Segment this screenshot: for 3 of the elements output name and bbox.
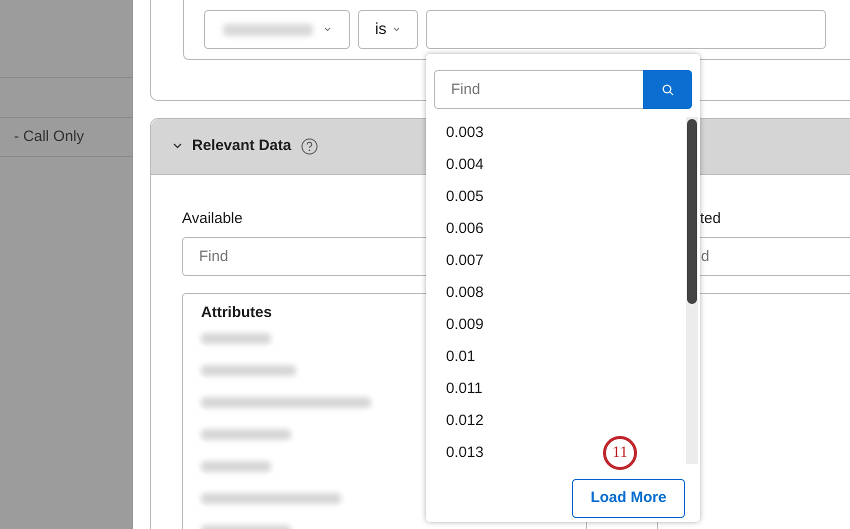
available-label: Available [182, 209, 243, 229]
group-heading: Attributes [201, 303, 272, 322]
selected-label: ted [700, 209, 721, 229]
